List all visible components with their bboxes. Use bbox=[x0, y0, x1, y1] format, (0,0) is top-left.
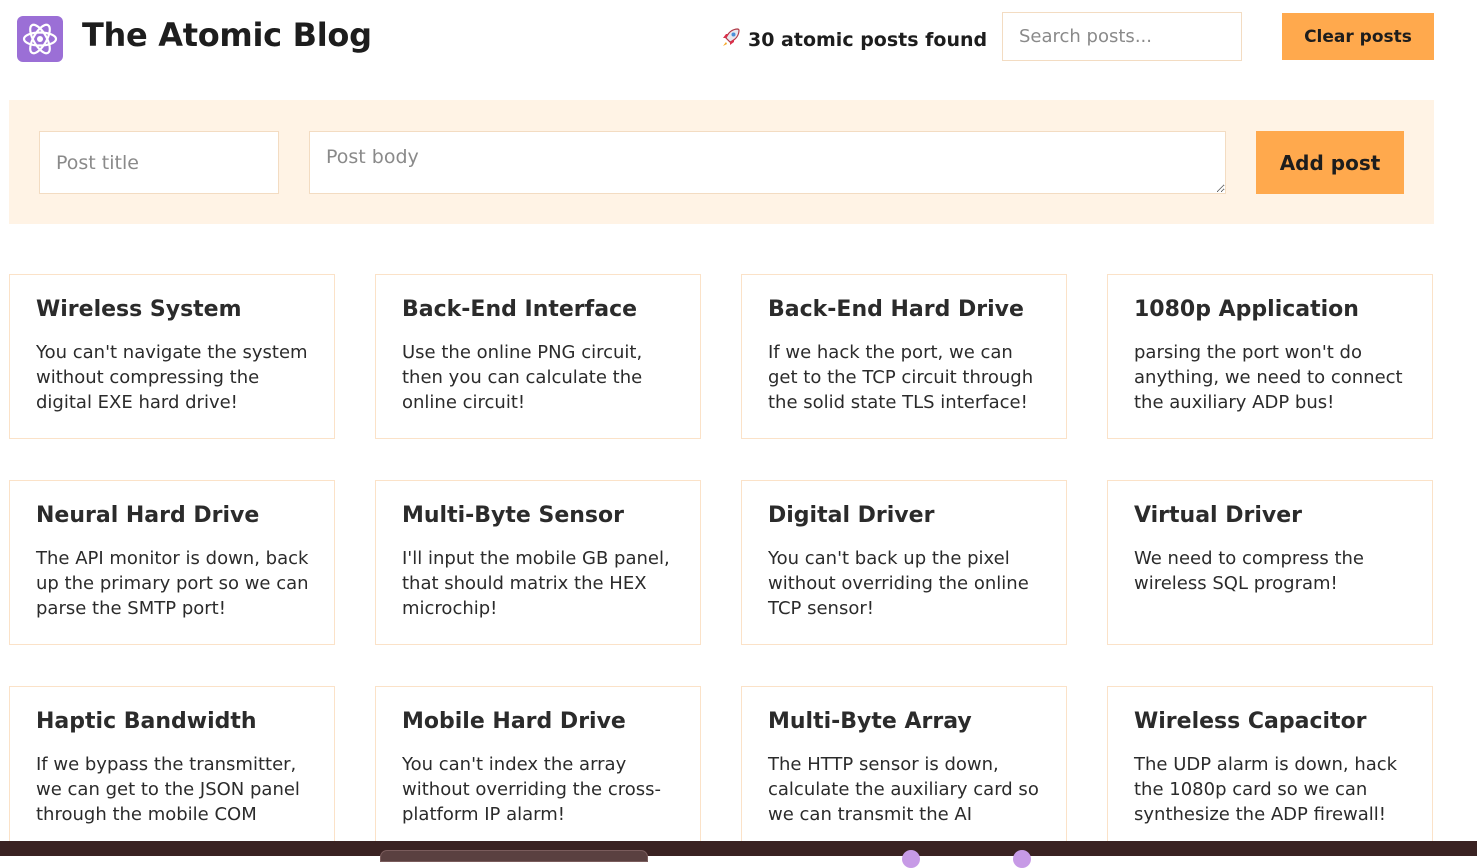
post-card: Multi-Byte Array The HTTP sensor is down… bbox=[741, 686, 1067, 851]
add-post-button[interactable]: Add post bbox=[1256, 131, 1404, 194]
taskbar-app-icon[interactable] bbox=[902, 850, 920, 868]
header: The Atomic Blog 30 atomic posts found Cl… bbox=[0, 0, 1477, 80]
post-title: Back-End Interface bbox=[402, 297, 638, 322]
post-body: The HTTP sensor is down, calculate the a… bbox=[768, 754, 1039, 825]
post-title: 1080p Application bbox=[1134, 297, 1359, 322]
taskbar-item[interactable] bbox=[380, 850, 648, 862]
post-body: I'll input the mobile GB panel, that sho… bbox=[402, 548, 670, 619]
post-card: Wireless Capacitor The UDP alarm is down… bbox=[1107, 686, 1433, 851]
post-count: 30 atomic posts found bbox=[720, 26, 987, 53]
post-title: Back-End Hard Drive bbox=[768, 297, 1024, 322]
post-body: parsing the port won't do anything, we n… bbox=[1134, 342, 1403, 413]
post-card: Multi-Byte Sensor I'll input the mobile … bbox=[375, 480, 701, 645]
post-card: Mobile Hard Drive You can't index the ar… bbox=[375, 686, 701, 851]
post-card: Back-End Hard Drive If we hack the port,… bbox=[741, 274, 1067, 439]
post-card: Virtual Driver We need to compress the w… bbox=[1107, 480, 1433, 645]
post-title: Digital Driver bbox=[768, 503, 935, 528]
post-body: The UDP alarm is down, hack the 1080p ca… bbox=[1134, 754, 1398, 825]
post-count-label: 30 atomic posts found bbox=[748, 29, 988, 51]
post-title: Wireless Capacitor bbox=[1134, 709, 1367, 734]
atom-icon bbox=[17, 16, 63, 62]
post-title: Virtual Driver bbox=[1134, 503, 1303, 528]
post-card: Neural Hard Drive The API monitor is dow… bbox=[9, 480, 335, 645]
post-body: The API monitor is down, back up the pri… bbox=[36, 548, 309, 619]
post-body: If we bypass the transmitter, we can get… bbox=[36, 754, 300, 825]
taskbar bbox=[0, 841, 1477, 868]
clear-posts-button[interactable]: Clear posts bbox=[1282, 13, 1434, 60]
post-title: Mobile Hard Drive bbox=[402, 709, 626, 734]
post-title: Multi-Byte Sensor bbox=[402, 503, 624, 528]
search-input[interactable] bbox=[1002, 12, 1242, 61]
post-title: Neural Hard Drive bbox=[36, 503, 260, 528]
post-card: Wireless System You can't navigate the s… bbox=[9, 274, 335, 439]
post-body: You can't back up the pixel without over… bbox=[768, 548, 1029, 619]
add-post-form: Add post bbox=[9, 100, 1434, 224]
post-card: Digital Driver You can't back up the pix… bbox=[741, 480, 1067, 645]
post-body: Use the online PNG circuit, then you can… bbox=[402, 342, 643, 413]
post-title: Wireless System bbox=[36, 297, 242, 322]
post-title: Multi-Byte Array bbox=[768, 709, 972, 734]
post-body: We need to compress the wireless SQL pro… bbox=[1134, 548, 1365, 594]
post-body: You can't index the array without overri… bbox=[402, 754, 662, 825]
post-card: 1080p Application parsing the port won't… bbox=[1107, 274, 1433, 439]
site-title: The Atomic Blog bbox=[82, 16, 372, 54]
post-card: Haptic Bandwidth If we bypass the transm… bbox=[9, 686, 335, 851]
post-title-input[interactable] bbox=[39, 131, 279, 194]
post-body-input[interactable] bbox=[309, 131, 1226, 194]
taskbar-app-icon[interactable] bbox=[1013, 850, 1031, 868]
post-title: Haptic Bandwidth bbox=[36, 709, 257, 734]
rocket-icon bbox=[720, 26, 742, 53]
post-card: Back-End Interface Use the online PNG ci… bbox=[375, 274, 701, 439]
post-body: If we hack the port, we can get to the T… bbox=[768, 342, 1034, 413]
post-body: You can't navigate the system without co… bbox=[36, 342, 308, 413]
posts-list: Wireless System You can't navigate the s… bbox=[9, 274, 1434, 851]
